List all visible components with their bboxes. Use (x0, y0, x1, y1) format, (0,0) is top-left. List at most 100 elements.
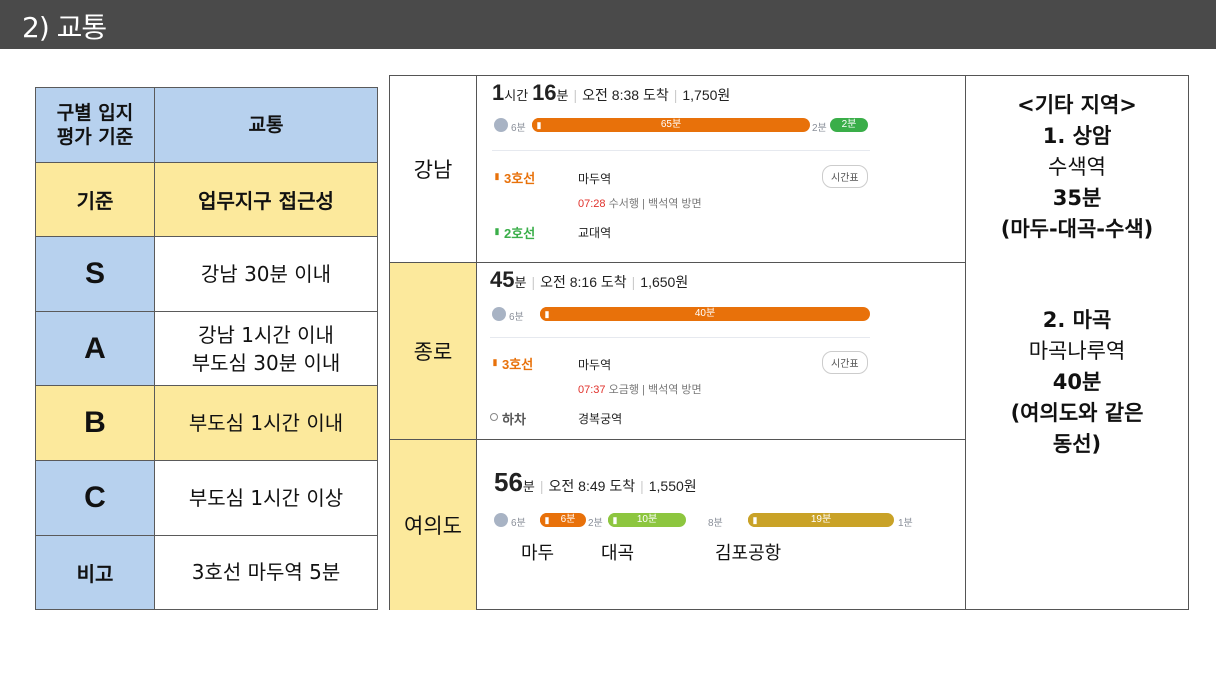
transfer-time: 2분 (588, 518, 603, 529)
row-label-gangnam: 강남 (413, 158, 453, 182)
subway-icon: ▮ (608, 513, 622, 527)
timetable-button[interactable]: 시간표 (822, 351, 868, 374)
station-name: 마두역 (578, 358, 612, 372)
alight-icon (490, 413, 498, 421)
timetable-button[interactable]: 시간표 (822, 165, 868, 188)
table-row: 비고 3호선 마두역 5분 (35, 534, 378, 611)
area-time: 40분 (1052, 370, 1102, 394)
other-areas: <기타 지역> 1. 상암 수색역 35분 (마두-대곡-수색) 2. 마곡 마… (965, 76, 1189, 460)
segment-line3: 40분 (540, 307, 870, 321)
area-title: 1. 상암 (1042, 124, 1112, 148)
arrival-time: 오전 8:38 도착 (582, 87, 669, 103)
line-name: 3호선 (502, 357, 534, 372)
station-label: 김포공항 (715, 543, 782, 564)
route-card-yeouido: 56분 | 오전 8:49 도착 | 1,550원 6분 6분 ▮ 2분 10분 ▮ 8… (482, 465, 930, 547)
other-areas-heading: <기타 지역> (1017, 93, 1137, 117)
segment-line2: 2분 (830, 118, 868, 132)
area-route: (마두-대곡-수색) (1000, 217, 1154, 241)
station-name: 경복궁역 (578, 412, 623, 426)
subway-icon: ▮ (494, 226, 500, 236)
minutes-unit: 분 (556, 88, 569, 103)
grade-s: S (35, 236, 155, 312)
route-summary: 45분 | 오전 8:16 도착 | 1,650원 (490, 267, 689, 292)
subway-icon: ▮ (748, 513, 762, 527)
walk-time: 6분 (511, 518, 526, 529)
departure-time: 07:37 (578, 384, 606, 396)
minutes-unit: 분 (522, 479, 535, 494)
table-row: 기준 업무지구 접근성 (35, 161, 378, 238)
criteria-header: 구별 입지 평가 기준 (35, 87, 155, 163)
arrival-time: 오전 8:16 도착 (540, 274, 627, 290)
line-name: 3호선 (504, 171, 536, 186)
criteria-table: 구별 입지 평가 기준 교통 기준 업무지구 접근성 S 강남 30분 이내 A… (35, 87, 378, 611)
segment-airport: 19분 (748, 513, 894, 527)
direction: 수서행 (608, 198, 639, 210)
area-route: (여의도와 같은 (1010, 401, 1144, 425)
segment-time: 6분 (560, 514, 576, 525)
hours-unit: 시간 (504, 88, 529, 103)
grade-b: B (35, 385, 155, 461)
transfer-time: 8분 (708, 518, 723, 529)
departure-info: 07:28 수서행 | 백석역 방면 (578, 198, 702, 210)
subway-icon: ▮ (540, 513, 554, 527)
route-card-jongno: 45분 | 오전 8:16 도착 | 1,650원 6분 40분 ▮ ▮ 3호선 마두역… (482, 263, 880, 437)
transport-header: 교통 (154, 87, 378, 163)
route-summary: 1시간 16분 | 오전 8:38 도착 | 1,750원 (492, 80, 731, 105)
station-name: 마두역 (578, 172, 612, 186)
walk-icon (494, 513, 508, 527)
table-row: S 강남 30분 이내 (35, 236, 378, 312)
separator (492, 150, 870, 151)
departure-time: 07:28 (578, 198, 606, 210)
route-summary: 56분 | 오전 8:49 도착 | 1,550원 (494, 467, 697, 497)
page-title: 2) 교통 (22, 11, 107, 44)
area-route: 동선) (1052, 432, 1102, 456)
walk-time: 6분 (511, 123, 526, 134)
station-name: 교대역 (578, 226, 612, 240)
alight-label: 하차 (502, 412, 526, 427)
walk-icon (494, 118, 508, 132)
duration-hours: 1 (492, 80, 505, 105)
subway-icon: ▮ (492, 357, 498, 367)
standard-label: 기준 (35, 161, 155, 238)
segment-line3: 65분 (532, 118, 810, 132)
station-label: 마두 (521, 543, 555, 564)
walk-time: 6분 (509, 312, 524, 323)
subway-icon: ▮ (540, 307, 554, 321)
table-row: C 부도심 1시간 이상 (35, 459, 378, 536)
transfer-time: 2분 (812, 123, 827, 134)
area-station: 수색역 (1048, 155, 1106, 179)
commute-table: 강남 종로 여의도 1시간 16분 | 오전 8:38 도착 | 1,750원 6분 6… (389, 75, 1189, 610)
duration-minutes: 45 (490, 267, 515, 292)
table-row: A 강남 1시간 이내 부도심 30분 이내 (35, 310, 378, 387)
direction-exit: 백석역 방면 (647, 198, 702, 210)
row-label-yeouido: 여의도 (390, 440, 476, 610)
title-bar: 2) 교통 (0, 0, 1216, 49)
grade-s-desc: 강남 30분 이내 (154, 236, 378, 312)
duration-minutes: 56 (494, 467, 523, 497)
subway-icon: ▮ (532, 118, 546, 132)
table-row: 구별 입지 평가 기준 교통 (35, 87, 378, 163)
direction-exit: 백석역 방면 (647, 384, 702, 396)
grade-a-desc: 강남 1시간 이내 부도심 30분 이내 (154, 310, 378, 387)
separator (490, 337, 870, 338)
duration-minutes: 16 (532, 80, 557, 105)
grade-a: A (35, 310, 155, 387)
grade-c-desc: 부도심 1시간 이상 (154, 459, 378, 536)
area-time: 35분 (1052, 186, 1102, 210)
arrival-time: 오전 8:49 도착 (548, 478, 636, 494)
station-label: 대곡 (601, 543, 635, 564)
fare: 1,750원 (682, 87, 731, 103)
direction: 오금행 (608, 384, 639, 396)
walk-icon (492, 307, 506, 321)
subway-icon: ▮ (494, 171, 500, 181)
divider (476, 76, 477, 609)
grade-b-desc: 부도심 1시간 이내 (154, 385, 378, 461)
line-name: 2호선 (504, 226, 536, 241)
departure-info: 07:37 오금행 | 백석역 방면 (578, 384, 702, 396)
row-label-jongno: 종로 (390, 263, 476, 439)
area-title: 2. 마곡 (1042, 308, 1112, 332)
note-value: 3호선 마두역 5분 (154, 534, 378, 611)
fare: 1,550원 (648, 478, 697, 494)
divider (390, 439, 965, 440)
fare: 1,650원 (640, 274, 689, 290)
